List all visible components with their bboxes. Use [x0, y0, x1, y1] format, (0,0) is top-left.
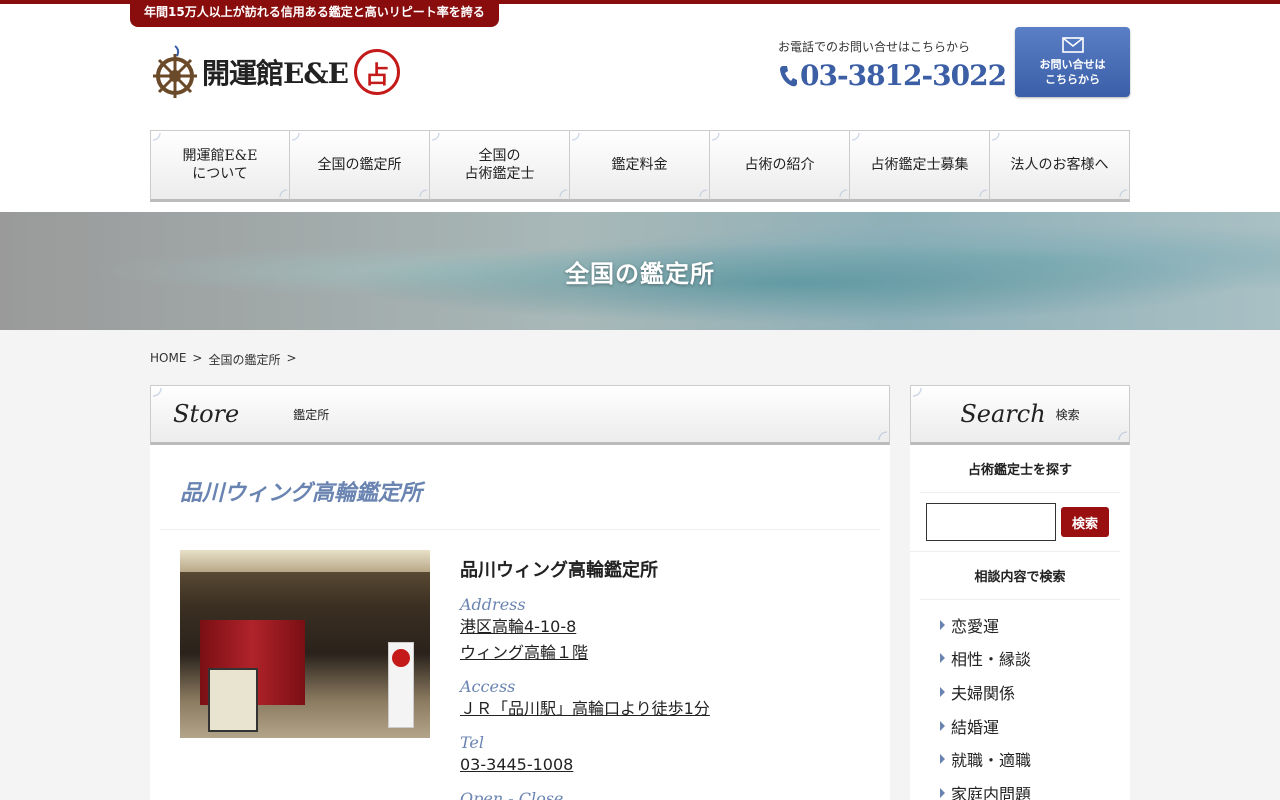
- photo-ceiling: [180, 550, 430, 572]
- category-label: 夫婦関係: [951, 683, 1016, 703]
- category-item-marriage-relations[interactable]: 夫婦関係: [940, 675, 1130, 709]
- search-form: 検索: [910, 493, 1120, 552]
- nav-label: 開運館E&E: [182, 148, 258, 164]
- arrow-right-icon: [940, 686, 945, 697]
- nav-label-sub: 占術鑑定士: [464, 166, 535, 182]
- mail-button-line1: お問い合せは: [1039, 58, 1106, 71]
- contact-lead: お電話でのお問い合せはこちらから: [778, 40, 971, 54]
- store-title: 品川ウィング高輪鑑定所: [180, 480, 423, 506]
- breadcrumb-separator: >: [192, 351, 203, 365]
- global-nav: 開運館E&E について 全国の鑑定所 全国の占術鑑定士 鑑定料金 占術の紹介 占術…: [150, 130, 1130, 202]
- nav-item-about[interactable]: 開運館E&E について: [150, 130, 290, 202]
- logo-seal: 占: [353, 49, 400, 95]
- nav-item-pricing[interactable]: 鑑定料金: [570, 130, 710, 202]
- category-label: 結婚運: [951, 717, 1000, 737]
- nav-label: 占術鑑定士募集: [870, 157, 969, 173]
- nav-item-corporate[interactable]: 法人のお客様へ: [990, 130, 1130, 202]
- nav-label-sub: について: [192, 166, 248, 182]
- phone-icon: [780, 65, 797, 86]
- contact-mail-button[interactable]: お問い合せは こちらから: [1015, 27, 1130, 97]
- access-link[interactable]: ＪＲ「品川駅」高輪口より徒歩1分: [460, 696, 710, 722]
- photo-sign-mark: [392, 649, 410, 667]
- header-tagline: 年間15万人以上が訪れる信用ある鑑定と高いリピート率を誇る: [130, 0, 499, 27]
- page-hero: 全国の鑑定所: [0, 212, 1280, 330]
- nav-label: 全国の鑑定所: [317, 157, 402, 173]
- store-body: 品川ウィング高輪鑑定所 Address 港区高輪4-10-8 ウィング高輪１階 …: [150, 550, 890, 800]
- category-heading: 相談内容で検索: [920, 552, 1120, 600]
- category-label: 家庭内問題: [951, 784, 1032, 800]
- photo-signboard: [208, 668, 258, 732]
- arrow-right-icon: [940, 754, 945, 765]
- breadcrumb-separator: >: [286, 351, 297, 365]
- nav-label: 占術の紹介: [744, 157, 815, 173]
- nav-label: 全国の: [478, 148, 521, 164]
- category-item-compatibility[interactable]: 相性・縁談: [940, 642, 1130, 676]
- phone-number: 03-3812-3022: [800, 59, 1007, 92]
- section-script-title: Store: [173, 400, 240, 428]
- contact-block: お電話でのお問い合せはこちらから 03-3812-3022: [778, 38, 1007, 92]
- breadcrumb-stores[interactable]: 全国の鑑定所: [208, 351, 280, 368]
- section-subtitle: 鑑定所: [293, 407, 330, 422]
- tel-label: Tel: [460, 733, 485, 752]
- breadcrumb: HOME > 全国の鑑定所 >: [150, 351, 297, 368]
- store-section-header: Store 鑑定所: [150, 385, 890, 445]
- nav-item-methods[interactable]: 占術の紹介: [710, 130, 850, 202]
- category-item-marriage-luck[interactable]: 結婚運: [940, 709, 1130, 743]
- section-subtitle: 検索: [1055, 407, 1080, 422]
- site-logo[interactable]: 開運館E&E 占: [150, 44, 400, 100]
- address-label: Address: [460, 595, 526, 614]
- store-photo: [180, 550, 430, 738]
- arrow-right-icon: [940, 720, 945, 731]
- nav-label: 法人のお客様へ: [1010, 157, 1109, 173]
- divider: [160, 529, 880, 530]
- store-info: 品川ウィング高輪鑑定所 Address 港区高輪4-10-8 ウィング高輪１階 …: [460, 550, 710, 800]
- arrow-right-icon: [940, 653, 945, 664]
- section-script-title: Search: [960, 400, 1046, 428]
- hours-label: Open - Close: [460, 789, 564, 800]
- nav-item-fortune-tellers[interactable]: 全国の 占術鑑定士: [430, 130, 570, 202]
- search-section-header: Search 検索: [910, 385, 1130, 445]
- mail-button-line2: こちらから: [1045, 73, 1100, 86]
- logo-text: 開運館E&E: [202, 57, 349, 90]
- category-label: 就職・適職: [951, 751, 1032, 771]
- page-title: 全国の鑑定所: [565, 259, 715, 288]
- nav-item-stores[interactable]: 全国の鑑定所: [290, 130, 430, 202]
- search-input[interactable]: [926, 503, 1056, 541]
- category-item-family[interactable]: 家庭内問題: [940, 776, 1130, 800]
- mail-icon: [1061, 37, 1084, 53]
- sidebar: Search 検索 占術鑑定士を探す 検索 相談内容で検索 恋愛運 相性・縁談 …: [910, 385, 1130, 800]
- category-list: 恋愛運 相性・縁談 夫婦関係 結婚運 就職・適職 家庭内問題: [910, 600, 1130, 800]
- site-header: 開運館E&E 占 お電話でのお問い合せはこちらから 03-3812-3022 お…: [0, 4, 1280, 212]
- photo-standing-sign: [388, 642, 414, 728]
- tel-link[interactable]: 03-3445-1008: [460, 752, 710, 778]
- store-name: 品川ウィング高輪鑑定所: [460, 560, 658, 581]
- category-label: 相性・縁談: [951, 650, 1032, 670]
- arrow-right-icon: [940, 787, 945, 798]
- search-button[interactable]: 検索: [1061, 507, 1109, 537]
- find-teller-heading: 占術鑑定士を探す: [920, 445, 1120, 493]
- access-label: Access: [460, 677, 516, 696]
- category-label: 恋愛運: [951, 616, 1000, 636]
- category-item-career[interactable]: 就職・適職: [940, 742, 1130, 776]
- breadcrumb-home[interactable]: HOME: [150, 351, 186, 368]
- arrow-right-icon: [940, 619, 945, 630]
- address-line2-link[interactable]: ウィング高輪１階: [460, 640, 710, 666]
- nav-label: 鑑定料金: [611, 157, 668, 173]
- main-content: Store 鑑定所 品川ウィング高輪鑑定所 品川ウィング高輪鑑定所 Addres…: [150, 385, 890, 800]
- nav-item-recruit[interactable]: 占術鑑定士募集: [850, 130, 990, 202]
- address-line1-link[interactable]: 港区高輪4-10-8: [460, 614, 710, 640]
- contact-phone[interactable]: 03-3812-3022: [778, 59, 1007, 92]
- ship-wheel-icon: [153, 45, 197, 98]
- category-item-love[interactable]: 恋愛運: [940, 608, 1130, 642]
